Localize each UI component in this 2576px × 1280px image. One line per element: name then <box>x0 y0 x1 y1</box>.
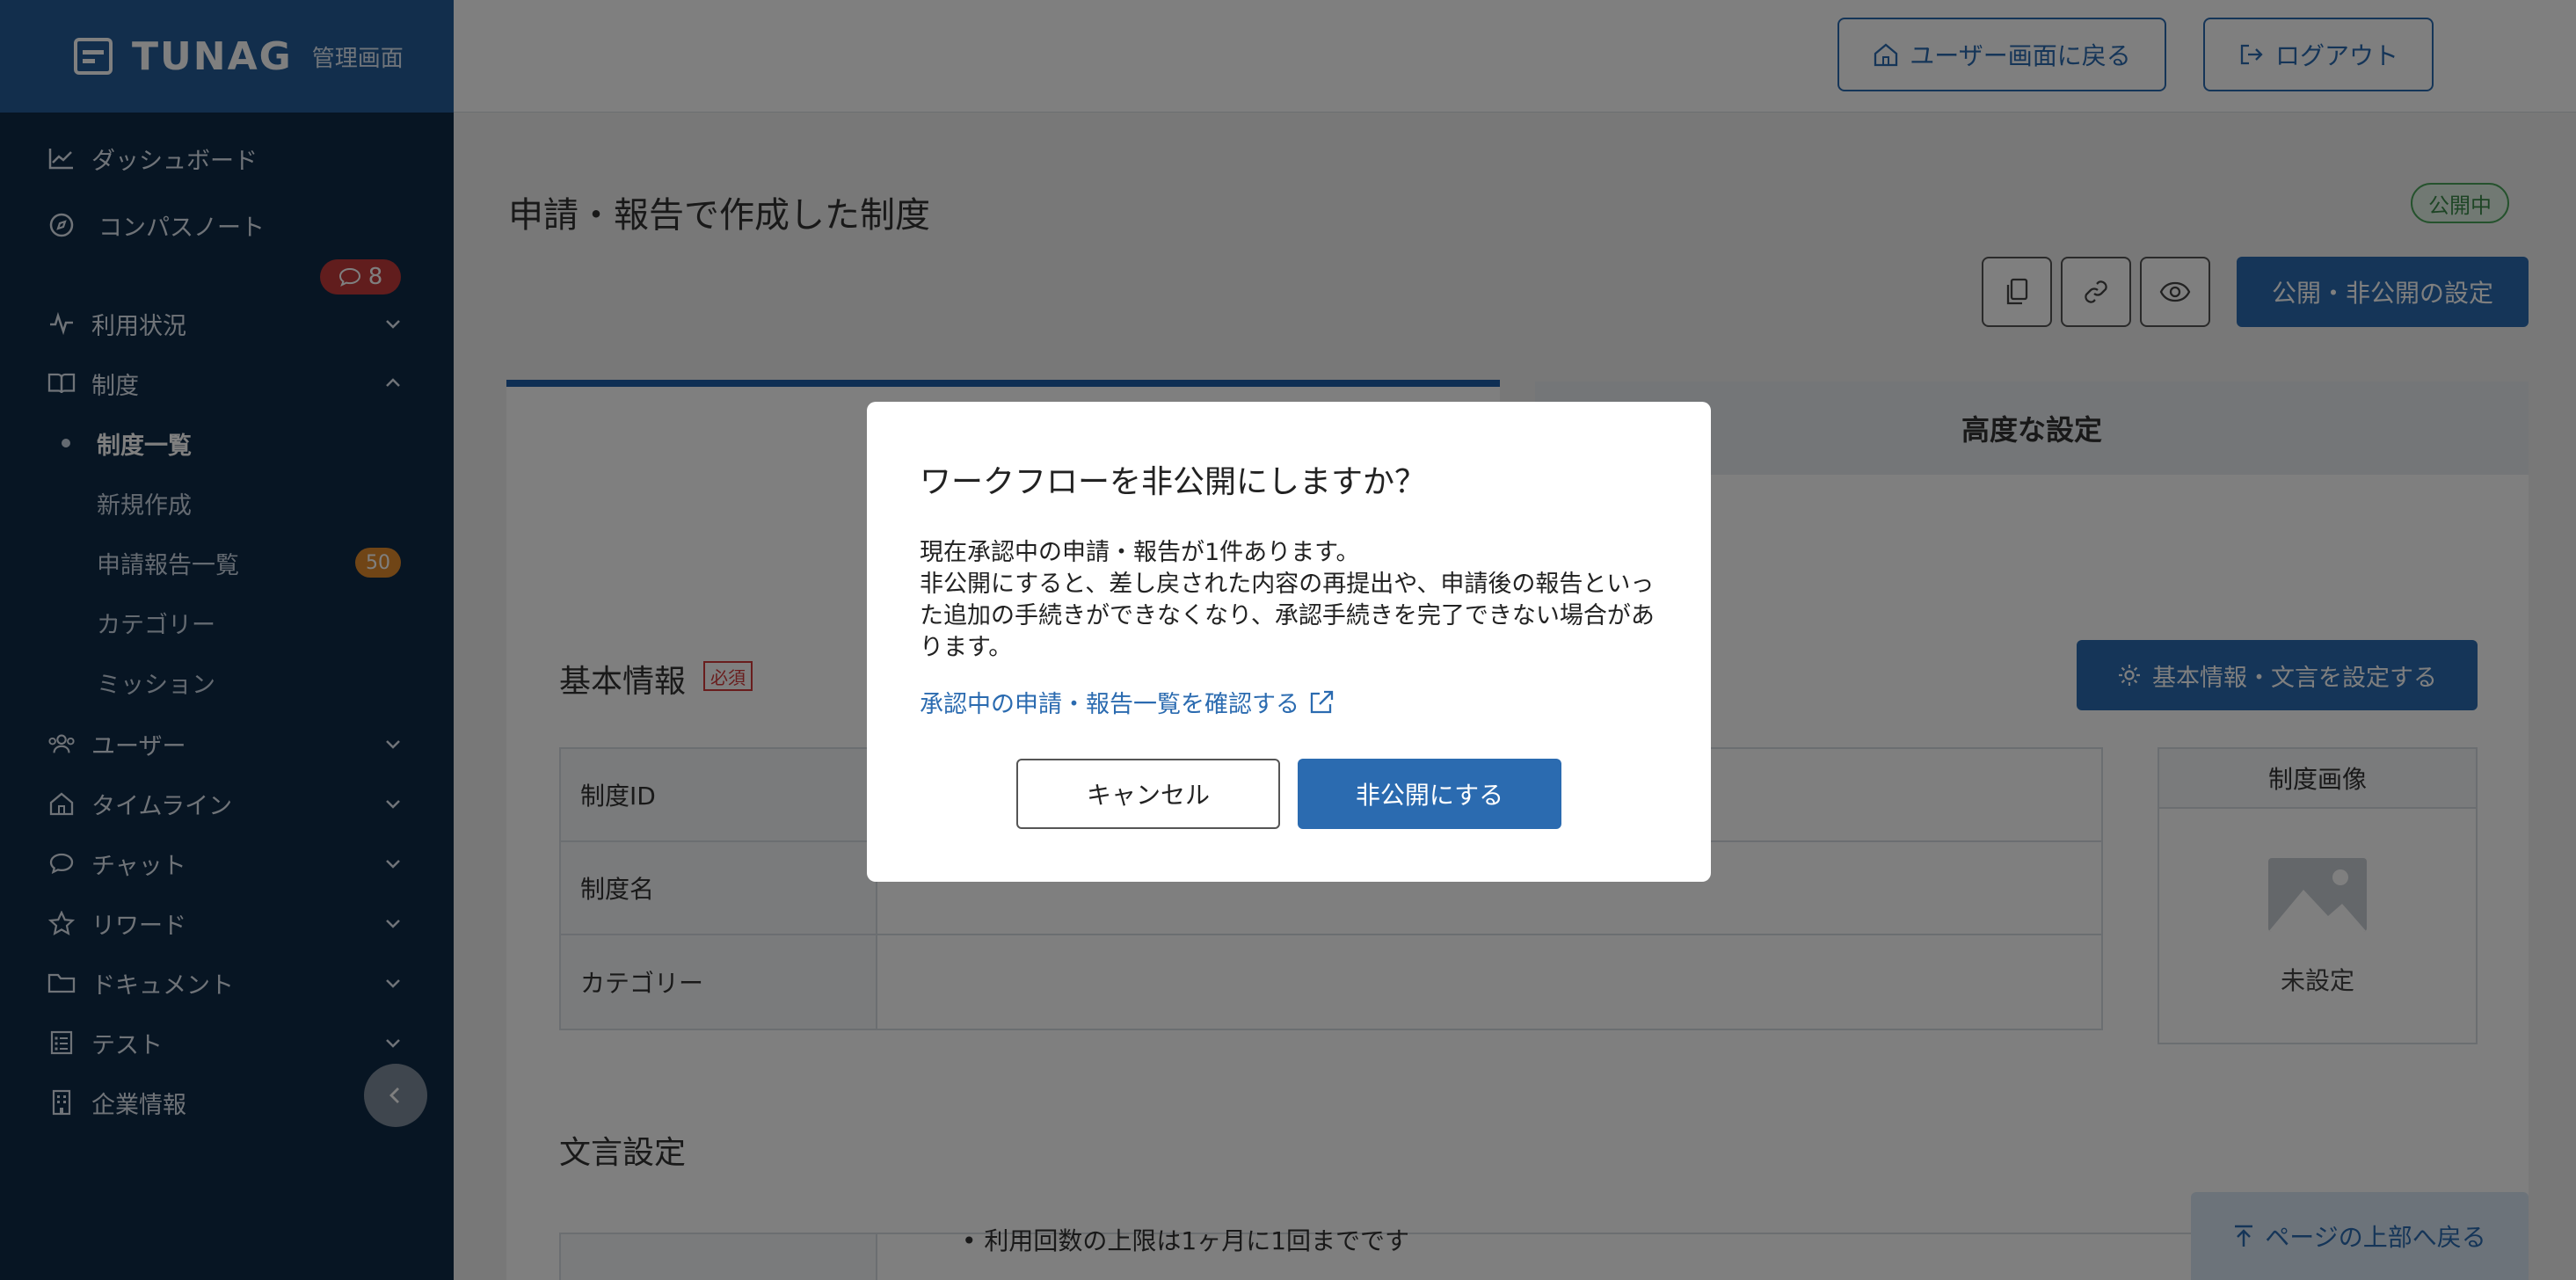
dialog-body-line: 現在承認中の申請・報告が1件あります。 <box>920 539 1360 566</box>
unpublish-button[interactable]: 非公開にする <box>1298 759 1561 829</box>
dialog-title: ワークフローを非公開にしますか？ <box>920 464 1427 500</box>
external-link-icon <box>1310 690 1334 713</box>
confirm-unpublish-dialog: ワークフローを非公開にしますか？ 現在承認中の申請・報告が1件あります。 非公開… <box>867 402 1711 882</box>
dialog-body: 現在承認中の申請・報告が1件あります。 非公開にすると、差し戻された内容の再提出… <box>920 537 1667 664</box>
pending-reports-link-label: 承認中の申請・報告一覧を確認する <box>920 691 1299 718</box>
dialog-body-line: 非公開にすると、差し戻された内容の再提出や、申請後の報告といった追加の手続きがで… <box>920 571 1655 661</box>
pending-reports-link[interactable]: 承認中の申請・報告一覧を確認する <box>920 685 1335 719</box>
cancel-button[interactable]: キャンセル <box>1016 759 1280 829</box>
